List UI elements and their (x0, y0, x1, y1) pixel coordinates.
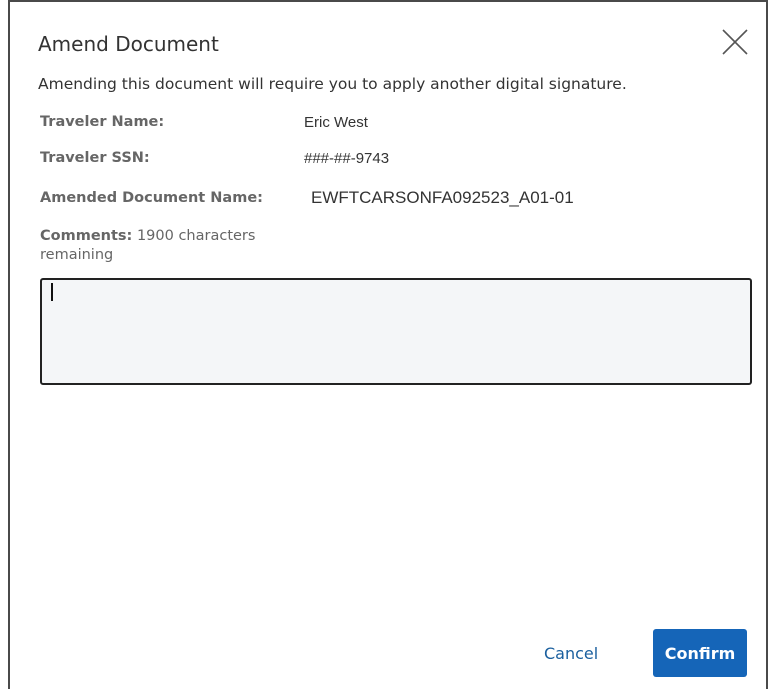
amend-document-dialog: Amend Document Amending this document wi… (8, 0, 768, 689)
amended-document-name-value: EWFTCARSONFA092523_A01-01 (311, 188, 574, 207)
confirm-button[interactable]: Confirm (653, 629, 747, 677)
cancel-button[interactable]: Cancel (544, 644, 598, 663)
close-button[interactable] (721, 28, 749, 56)
traveler-name-label: Traveler Name: (40, 114, 165, 130)
dialog-intro-text: Amending this document will require you … (38, 75, 627, 93)
traveler-ssn-value: ###-##-9743 (304, 150, 390, 167)
dialog-title: Amend Document (38, 32, 219, 56)
close-icon (722, 29, 748, 55)
traveler-ssn-label: Traveler SSN: (40, 150, 150, 166)
amended-document-name-label: Amended Document Name: (40, 190, 263, 206)
traveler-name-value: Eric West (304, 114, 368, 131)
comments-label: Comments: 1900 characters remaining (40, 227, 310, 265)
comments-textarea[interactable] (40, 278, 752, 385)
comments-label-text: Comments: (40, 228, 133, 244)
text-cursor (51, 283, 53, 301)
